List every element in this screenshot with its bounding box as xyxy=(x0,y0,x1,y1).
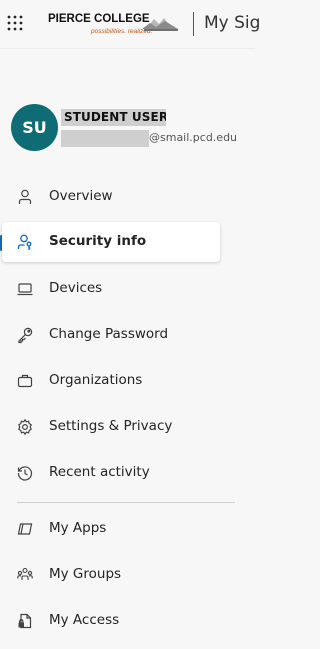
nav-item-my-apps[interactable]: My Apps xyxy=(0,509,255,549)
nav-item-label: My Groups xyxy=(49,566,122,582)
app-launcher-icon[interactable] xyxy=(7,15,23,31)
gear-icon xyxy=(16,418,34,436)
user-email: @smail.pcd.edu xyxy=(149,131,238,144)
nav-item-label: Change Password xyxy=(49,326,169,342)
nav-item-label: Security info xyxy=(49,233,147,249)
laptop-icon xyxy=(16,280,34,298)
logo-tagline-text: possibilities. realized. xyxy=(90,28,153,35)
lock-document-icon xyxy=(16,612,34,630)
nav-item-recent-activity[interactable]: Recent activity xyxy=(0,453,255,493)
nav-item-security-info[interactable]: Security info xyxy=(2,222,220,262)
history-icon xyxy=(16,464,34,482)
email-redacted-block xyxy=(61,130,149,147)
people-icon xyxy=(16,566,34,584)
nav-item-change-password[interactable]: Change Password xyxy=(0,315,255,355)
app-title: My Sig xyxy=(204,13,261,33)
nav-item-label: Organizations xyxy=(49,372,143,388)
nav-item-label: Devices xyxy=(49,280,103,296)
user-name: STUDENT USER xyxy=(61,109,166,126)
top-header: PIERCE COLLEGE possibilities. realized. … xyxy=(0,0,260,49)
nav-item-label: Recent activity xyxy=(49,464,150,480)
nav-item-my-access[interactable]: My Access xyxy=(0,601,255,641)
pierce-college-logo[interactable]: PIERCE COLLEGE possibilities. realized. xyxy=(46,9,181,41)
apps-icon xyxy=(16,520,34,538)
header-divider xyxy=(193,12,194,36)
nav-item-label: Overview xyxy=(49,188,113,204)
key-icon xyxy=(16,326,34,344)
nav-item-devices[interactable]: Devices xyxy=(0,269,255,309)
person-icon xyxy=(16,188,34,206)
logo-name-text: PIERCE COLLEGE xyxy=(48,13,150,25)
nav-item-my-groups[interactable]: My Groups xyxy=(0,555,255,595)
nav-item-overview[interactable]: Overview xyxy=(0,177,255,217)
nav-item-settings-privacy[interactable]: Settings & Privacy xyxy=(0,407,255,447)
person-key-icon xyxy=(16,233,34,251)
nav-item-label: My Apps xyxy=(49,520,107,536)
nav-item-label: My Access xyxy=(49,612,120,628)
briefcase-icon xyxy=(16,372,34,390)
nav-divider xyxy=(17,502,235,503)
nav-item-organizations[interactable]: Organizations xyxy=(0,361,255,401)
avatar[interactable]: SU xyxy=(11,104,58,151)
nav-item-label: Settings & Privacy xyxy=(49,418,173,434)
